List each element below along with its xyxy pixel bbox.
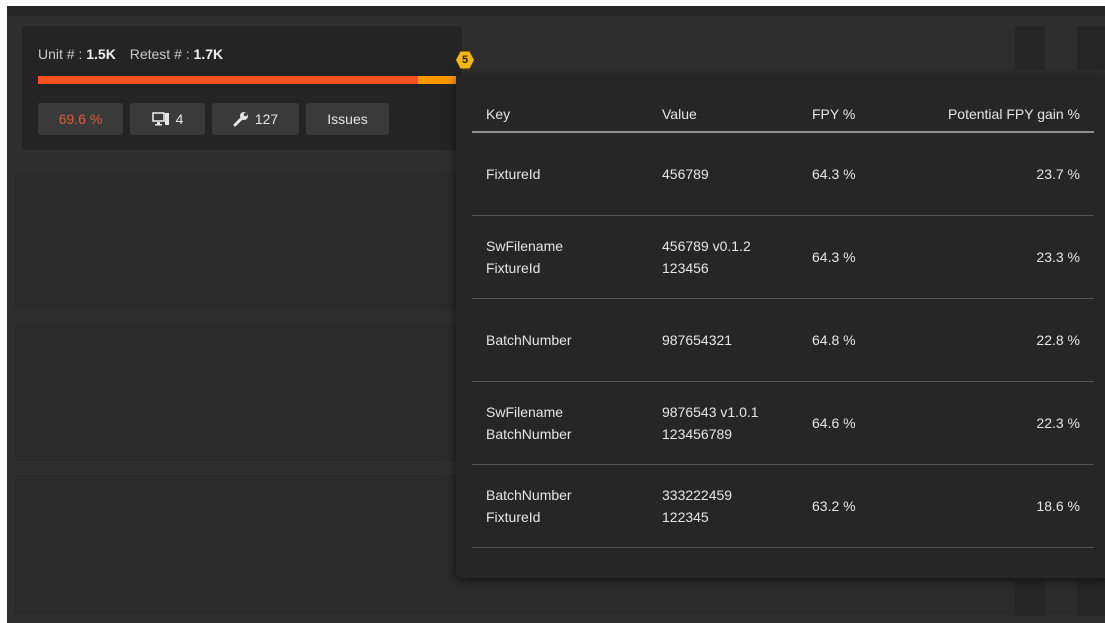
unit-count-value: 1.5K	[86, 46, 116, 62]
fixtures-count: 127	[254, 111, 279, 127]
fpy-cell: 64.6 %	[798, 381, 888, 465]
background-block	[1077, 26, 1105, 70]
fpy-gain-table: Key Value FPY % Potential FPY gain % Fix…	[472, 96, 1094, 548]
dashboard-canvas: Unit # : 1.5K Retest # : 1.7K 69.6 % 4 1…	[7, 6, 1105, 623]
key-cell-line: BatchNumber	[486, 331, 572, 348]
value-cell-line: 456789	[662, 165, 709, 182]
column-header-potential-gain[interactable]: Potential FPY gain %	[888, 96, 1094, 133]
column-header-key[interactable]: Key	[472, 96, 648, 133]
unit-count-label: Unit # :	[38, 46, 83, 62]
retest-count-label: Retest # :	[129, 46, 190, 62]
key-cell-line: SwFilename	[486, 403, 564, 420]
column-header-fpy[interactable]: FPY %	[798, 96, 888, 133]
gain-cell: 22.8 %	[888, 298, 1094, 382]
key-cell-line: FixtureId	[486, 508, 541, 525]
table-row[interactable]: FixtureId 456789 64.3 % 23.7 %	[472, 132, 1094, 216]
background-block	[1015, 572, 1045, 616]
value-cell-line: 987654321	[662, 331, 733, 348]
table-row[interactable]: SwFilename FixtureId 456789 v0.1.2 12345…	[472, 215, 1094, 299]
gain-cell: 22.3 %	[888, 381, 1094, 465]
unit-retest-stats: Unit # : 1.5K Retest # : 1.7K	[38, 46, 223, 62]
value-cell-line: 9876543 v1.0.1	[662, 403, 759, 420]
fpy-cell: 63.2 %	[798, 464, 888, 548]
column-header-value[interactable]: Value	[648, 96, 798, 133]
fpy-gain-popover: Key Value FPY % Potential FPY gain % Fix…	[456, 76, 1105, 578]
table-row[interactable]: BatchNumber FixtureId 333222459 122345 6…	[472, 464, 1094, 548]
issues-button-label: Issues	[327, 111, 368, 127]
key-cell-line: SwFilename	[486, 237, 564, 254]
value-cell-line: 333222459	[662, 486, 733, 503]
fpy-chip-label: 69.6 %	[58, 111, 103, 127]
table-header-row: Key Value FPY % Potential FPY gain %	[472, 96, 1094, 133]
fpy-cell: 64.8 %	[798, 298, 888, 382]
gain-cell: 23.7 %	[888, 132, 1094, 216]
gain-cell: 23.3 %	[888, 215, 1094, 299]
key-cell-line: BatchNumber	[486, 425, 572, 442]
table-row[interactable]: BatchNumber 987654321 64.8 % 22.8 %	[472, 298, 1094, 382]
stations-count: 4	[175, 111, 184, 127]
key-cell-line: FixtureId	[486, 165, 541, 182]
key-cell-line: BatchNumber	[486, 486, 572, 503]
fpy-cell: 64.3 %	[798, 132, 888, 216]
fpy-cell: 64.3 %	[798, 215, 888, 299]
gain-cell: 18.6 %	[888, 464, 1094, 548]
yield-progress-fill	[38, 76, 419, 84]
background-block	[1077, 572, 1105, 616]
value-cell-line: 456789 v0.1.2	[662, 237, 751, 254]
station-summary-card[interactable]: Unit # : 1.5K Retest # : 1.7K 69.6 % 4 1…	[22, 26, 465, 150]
background-block	[1015, 26, 1045, 70]
value-cell-line: 123456789	[662, 425, 733, 442]
fixtures-chip[interactable]: 127	[212, 103, 299, 135]
stations-chip[interactable]: 4	[130, 103, 205, 135]
fpy-chip[interactable]: 69.6 %	[38, 103, 123, 135]
value-cell-line: 122345	[662, 508, 709, 525]
table-row[interactable]: SwFilename BatchNumber 9876543 v1.0.1 12…	[472, 381, 1094, 465]
yield-progress-bar	[38, 76, 456, 84]
key-cell-line: FixtureId	[486, 259, 541, 276]
issues-button[interactable]: Issues	[306, 103, 389, 135]
retest-count-value: 1.7K	[193, 46, 224, 62]
wrench-icon	[233, 111, 249, 127]
monitor-icon	[151, 112, 170, 126]
top-strip	[7, 6, 1105, 16]
value-cell-line: 123456	[662, 259, 709, 276]
